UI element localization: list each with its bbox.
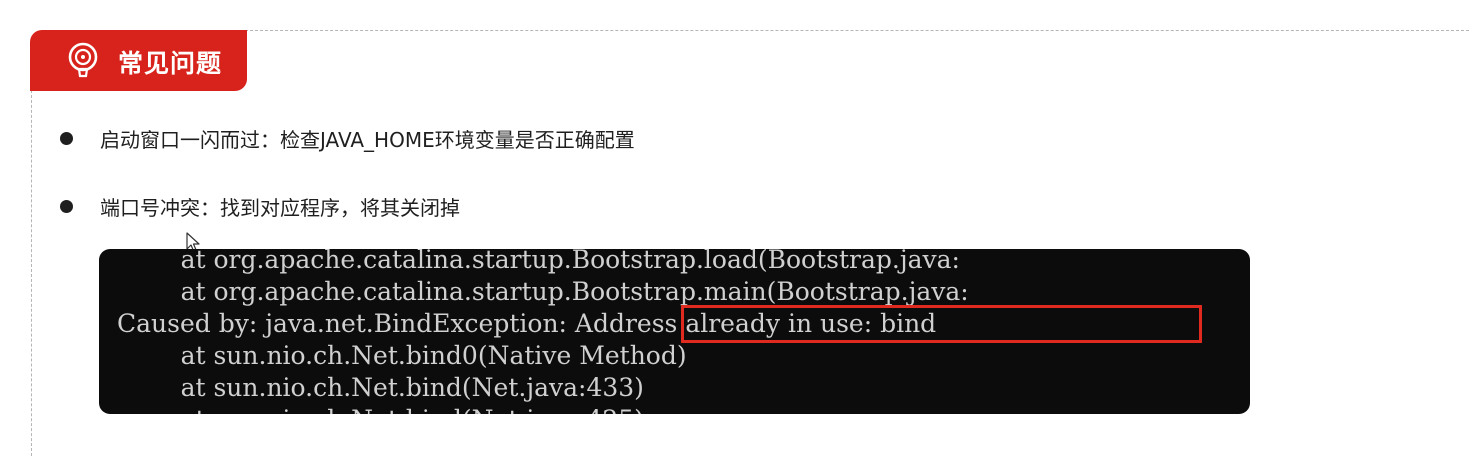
terminal-line: at sun.nio.ch.Net.bind(Net.java:433) — [117, 373, 644, 402]
lightbulb-question-icon — [64, 41, 102, 79]
bullet-dot-icon — [60, 132, 73, 145]
error-highlight-box — [681, 305, 1202, 343]
bullet-text: 端口号冲突：找到对应程序，将其关闭掉 — [100, 196, 460, 220]
bullet-item-startup-window: 启动窗口一闪而过：检查JAVA_HOME环境变量是否正确配置 — [60, 124, 635, 153]
terminal-line: at org.apache.catalina.startup.Bootstrap… — [117, 277, 969, 306]
slide-page: 常见问题 启动窗口一闪而过：检查JAVA_HOME环境变量是否正确配置 端口号冲… — [0, 0, 1469, 456]
bullet-dot-icon — [60, 200, 73, 213]
terminal-line: at org.apache.catalina.startup.Bootstrap… — [117, 249, 960, 274]
section-title: 常见问题 — [118, 49, 223, 78]
dashed-border-top — [200, 30, 1469, 31]
terminal-line-partial: at sun.nio.ch.Net.bind(Net.java:425) — [117, 403, 644, 414]
dashed-border-left — [31, 90, 32, 456]
terminal-screenshot: at org.apache.catalina.startup.Bootstrap… — [99, 249, 1250, 414]
bullet-item-port-conflict: 端口号冲突：找到对应程序，将其关闭掉 — [60, 192, 460, 221]
bullet-text: 启动窗口一闪而过：检查JAVA_HOME环境变量是否正确配置 — [100, 128, 635, 152]
section-header-tab: 常见问题 — [30, 30, 247, 91]
terminal-line: at sun.nio.ch.Net.bind0(Native Method) — [117, 341, 687, 370]
